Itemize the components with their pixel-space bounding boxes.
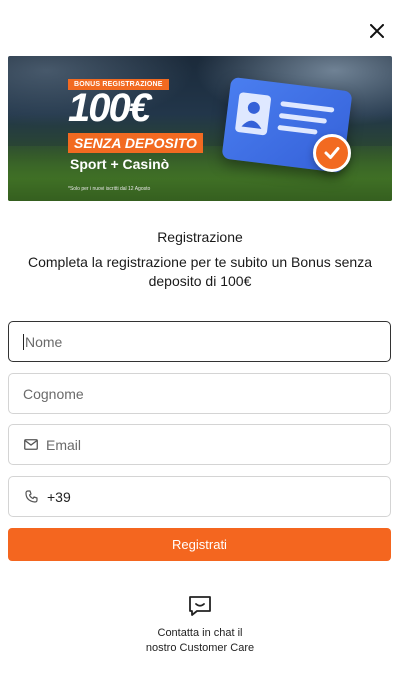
email-input[interactable] <box>46 436 390 453</box>
checkmark-icon <box>313 134 351 172</box>
bonus-products: Sport + Casinò <box>70 156 170 172</box>
phone-field[interactable]: +39 <box>8 476 391 517</box>
promo-banner: BONUS REGISTRAZIONE 100€ SENZA DEPOSITO … <box>8 56 392 201</box>
envelope-icon <box>23 437 38 453</box>
last-name-field[interactable] <box>8 373 391 414</box>
bonus-note: *Solo per i nuovi iscritti dal 12 Agosto <box>68 186 151 192</box>
register-button[interactable]: Registrati <box>8 528 391 561</box>
page-subtitle: Completa la registrazione per te subito … <box>28 254 372 289</box>
close-icon <box>370 24 384 38</box>
first-name-field[interactable] <box>8 321 391 362</box>
phone-prefix: +39 <box>47 488 71 505</box>
page-title: Registrazione <box>157 229 243 245</box>
text-cursor <box>23 333 24 350</box>
customer-care-line-2: nostro Customer Care <box>145 642 255 655</box>
chat-icon[interactable] <box>188 594 212 618</box>
customer-care-line-1: Contatta in chat il <box>157 627 243 639</box>
id-avatar-icon <box>234 91 272 136</box>
bonus-no-deposit: SENZA DEPOSITO <box>68 133 203 153</box>
bonus-amount: 100€ <box>68 86 151 130</box>
last-name-input[interactable] <box>23 385 390 402</box>
phone-icon <box>23 489 39 505</box>
first-name-input[interactable] <box>25 333 390 350</box>
customer-care-link[interactable]: Contatta in chat il nostro Customer Care <box>0 626 400 657</box>
email-field[interactable] <box>8 424 391 465</box>
close-button[interactable] <box>364 18 390 44</box>
